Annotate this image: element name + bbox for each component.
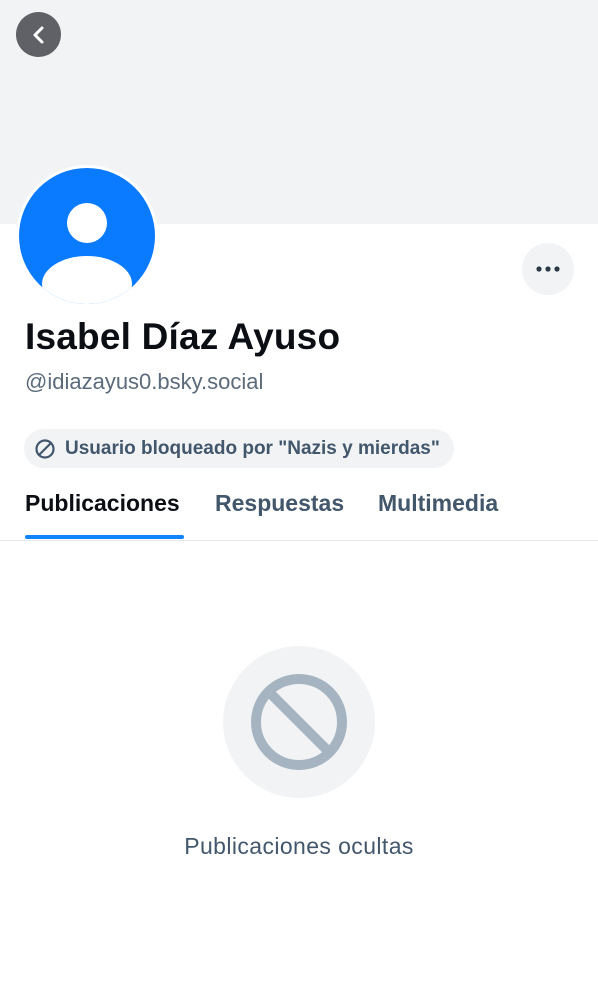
- display-name: Isabel Díaz Ayuso: [25, 316, 341, 357]
- avatar[interactable]: [19, 168, 155, 304]
- tab-multimedia[interactable]: Multimedia: [378, 490, 498, 517]
- tab-respuestas[interactable]: Respuestas: [215, 490, 344, 517]
- block-icon: [34, 438, 56, 460]
- chevron-left-icon: [28, 24, 50, 46]
- empty-state-message: Publicaciones ocultas: [184, 833, 414, 859]
- block-icon: [249, 672, 349, 772]
- back-button[interactable]: [16, 12, 61, 57]
- active-tab-indicator: [25, 535, 184, 539]
- blocked-status-label: Usuario bloqueado por "Nazis y mierdas": [65, 437, 440, 459]
- default-avatar-icon: [19, 168, 155, 304]
- ellipsis-icon: [536, 265, 560, 273]
- more-options-button[interactable]: [522, 243, 574, 295]
- avatar-border: [16, 165, 158, 307]
- profile-tabs: Publicaciones Respuestas Multimedia: [0, 478, 598, 541]
- profile-handle: @idiazayus0.bsky.social: [25, 369, 264, 394]
- blocked-status-badge[interactable]: Usuario bloqueado por "Nazis y mierdas": [24, 429, 454, 468]
- hidden-posts-illustration: [223, 646, 375, 798]
- tab-publicaciones[interactable]: Publicaciones: [25, 490, 180, 517]
